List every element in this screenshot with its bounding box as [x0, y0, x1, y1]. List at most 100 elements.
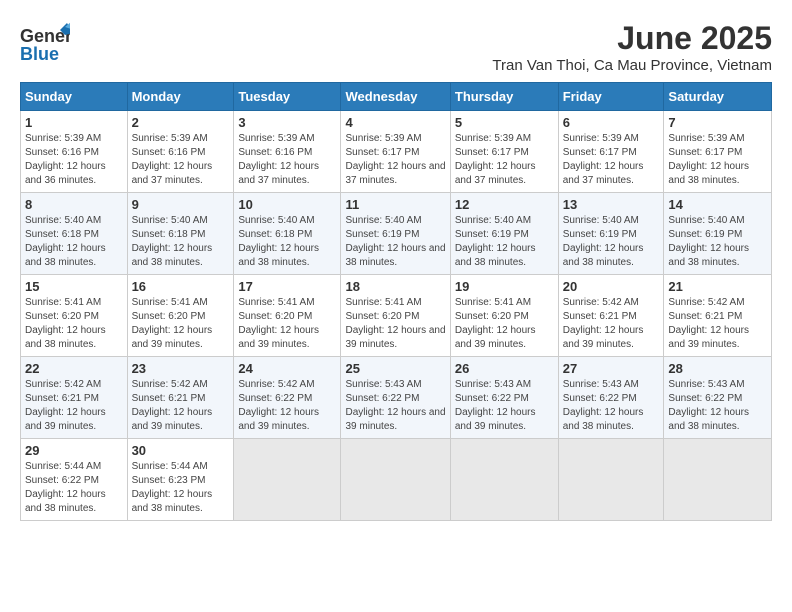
- cell-day-number: 26: [455, 361, 554, 376]
- col-thursday: Thursday: [450, 83, 558, 111]
- cell-day-number: 17: [238, 279, 336, 294]
- table-row: 22 Sunrise: 5:42 AMSunset: 6:21 PMDayligh…: [21, 357, 128, 439]
- cell-info: Sunrise: 5:42 AMSunset: 6:21 PMDaylight:…: [563, 296, 660, 352]
- cell-day-number: 30: [132, 443, 230, 458]
- cell-info: Sunrise: 5:42 AMSunset: 6:21 PMDaylight:…: [132, 378, 230, 434]
- cell-info: Sunrise: 5:42 AMSunset: 6:21 PMDaylight:…: [25, 378, 123, 434]
- cell-info: Sunrise: 5:43 AMSunset: 6:22 PMDaylight:…: [563, 378, 660, 434]
- cell-info: Sunrise: 5:39 AMSunset: 6:17 PMDaylight:…: [455, 132, 554, 188]
- cell-day-number: 19: [455, 279, 554, 294]
- table-row: [664, 439, 772, 521]
- logo: General Blue: [20, 20, 70, 70]
- cell-day-number: 11: [345, 197, 445, 212]
- cell-day-number: 28: [668, 361, 767, 376]
- table-row: 5 Sunrise: 5:39 AMSunset: 6:17 PMDaylight…: [450, 111, 558, 193]
- col-sunday: Sunday: [21, 83, 128, 111]
- table-row: 21 Sunrise: 5:42 AMSunset: 6:21 PMDayligh…: [664, 275, 772, 357]
- page-header: General Blue June 2025 Tran Van Thoi, Ca…: [20, 20, 772, 74]
- cell-day-number: 24: [238, 361, 336, 376]
- cell-day-number: 4: [345, 115, 445, 130]
- table-row: [341, 439, 450, 521]
- cell-info: Sunrise: 5:41 AMSunset: 6:20 PMDaylight:…: [238, 296, 336, 352]
- cell-day-number: 16: [132, 279, 230, 294]
- cell-info: Sunrise: 5:44 AMSunset: 6:22 PMDaylight:…: [25, 460, 123, 516]
- cell-info: Sunrise: 5:39 AMSunset: 6:16 PMDaylight:…: [25, 132, 123, 188]
- table-row: 14Sunrise: 5:40 AMSunset: 6:19 PMDayligh…: [664, 193, 772, 275]
- table-row: 1 Sunrise: 5:39 AMSunset: 6:16 PMDaylight…: [21, 111, 128, 193]
- cell-info: Sunrise: 5:42 AMSunset: 6:21 PMDaylight:…: [668, 296, 767, 352]
- cell-info: Sunrise: 5:40 AMSunset: 6:18 PMDaylight:…: [238, 214, 336, 270]
- cell-day-number: 7: [668, 115, 767, 130]
- cell-info: Sunrise: 5:40 AMSunset: 6:18 PMDaylight:…: [132, 214, 230, 270]
- cell-day-number: 3: [238, 115, 336, 130]
- cell-info: Sunrise: 5:41 AMSunset: 6:20 PMDaylight:…: [345, 296, 445, 352]
- table-row: 20 Sunrise: 5:42 AMSunset: 6:21 PMDayligh…: [558, 275, 664, 357]
- table-row: 25Sunrise: 5:43 AMSunset: 6:22 PMDayligh…: [341, 357, 450, 439]
- cell-day-number: 1: [25, 115, 123, 130]
- cell-info: Sunrise: 5:40 AMSunset: 6:19 PMDaylight:…: [668, 214, 767, 270]
- cell-info: Sunrise: 5:41 AMSunset: 6:20 PMDaylight:…: [455, 296, 554, 352]
- page-subtitle: Tran Van Thoi, Ca Mau Province, Vietnam: [492, 57, 772, 74]
- table-row: 9 Sunrise: 5:40 AMSunset: 6:18 PMDaylight…: [127, 193, 234, 275]
- table-row: 3 Sunrise: 5:39 AMSunset: 6:16 PMDaylight…: [234, 111, 341, 193]
- calendar-table: Sunday Monday Tuesday Wednesday Thursday…: [20, 82, 772, 521]
- table-row: 11 Sunrise: 5:40 AMSunset: 6:19 PMDayligh…: [341, 193, 450, 275]
- cell-info: Sunrise: 5:43 AMSunset: 6:22 PMDaylight:…: [455, 378, 554, 434]
- page-title: June 2025: [492, 20, 772, 57]
- cell-info: Sunrise: 5:43 AMSunset: 6:22 PMDaylight:…: [668, 378, 767, 434]
- cell-info: Sunrise: 5:39 AMSunset: 6:16 PMDaylight:…: [132, 132, 230, 188]
- cell-day-number: 27: [563, 361, 660, 376]
- cell-day-number: 5: [455, 115, 554, 130]
- col-tuesday: Tuesday: [234, 83, 341, 111]
- cell-day-number: 6: [563, 115, 660, 130]
- cell-day-number: 18: [345, 279, 445, 294]
- calendar-header-row: Sunday Monday Tuesday Wednesday Thursday…: [21, 83, 772, 111]
- cell-info: Sunrise: 5:39 AMSunset: 6:17 PMDaylight:…: [668, 132, 767, 188]
- table-row: 18 Sunrise: 5:41 AMSunset: 6:20 PMDayligh…: [341, 275, 450, 357]
- logo-icon: General Blue: [20, 20, 70, 70]
- cell-info: Sunrise: 5:39 AMSunset: 6:16 PMDaylight:…: [238, 132, 336, 188]
- cell-day-number: 10: [238, 197, 336, 212]
- cell-info: Sunrise: 5:39 AMSunset: 6:17 PMDaylight:…: [345, 132, 445, 188]
- table-row: 6Sunrise: 5:39 AMSunset: 6:17 PMDaylight…: [558, 111, 664, 193]
- cell-day-number: 22: [25, 361, 123, 376]
- calendar-week-row: 1 Sunrise: 5:39 AMSunset: 6:16 PMDaylight…: [21, 111, 772, 193]
- cell-info: Sunrise: 5:40 AMSunset: 6:19 PMDaylight:…: [345, 214, 445, 270]
- cell-info: Sunrise: 5:42 AMSunset: 6:22 PMDaylight:…: [238, 378, 336, 434]
- table-row: 29 Sunrise: 5:44 AMSunset: 6:22 PMDayligh…: [21, 439, 128, 521]
- table-row: [558, 439, 664, 521]
- svg-text:Blue: Blue: [20, 44, 59, 64]
- cell-day-number: 13: [563, 197, 660, 212]
- table-row: 19 Sunrise: 5:41 AMSunset: 6:20 PMDayligh…: [450, 275, 558, 357]
- table-row: 16 Sunrise: 5:41 AMSunset: 6:20 PMDayligh…: [127, 275, 234, 357]
- table-row: 15Sunrise: 5:41 AMSunset: 6:20 PMDayligh…: [21, 275, 128, 357]
- title-block: June 2025 Tran Van Thoi, Ca Mau Province…: [492, 20, 772, 74]
- table-row: 7 Sunrise: 5:39 AMSunset: 6:17 PMDaylight…: [664, 111, 772, 193]
- cell-info: Sunrise: 5:44 AMSunset: 6:23 PMDaylight:…: [132, 460, 230, 516]
- cell-info: Sunrise: 5:40 AMSunset: 6:18 PMDaylight:…: [25, 214, 123, 270]
- table-row: 2Sunrise: 5:39 AMSunset: 6:16 PMDaylight…: [127, 111, 234, 193]
- table-row: [234, 439, 341, 521]
- cell-day-number: 9: [132, 197, 230, 212]
- cell-day-number: 20: [563, 279, 660, 294]
- col-monday: Monday: [127, 83, 234, 111]
- cell-day-number: 23: [132, 361, 230, 376]
- cell-day-number: 21: [668, 279, 767, 294]
- calendar-week-row: 15Sunrise: 5:41 AMSunset: 6:20 PMDayligh…: [21, 275, 772, 357]
- cell-day-number: 29: [25, 443, 123, 458]
- cell-info: Sunrise: 5:41 AMSunset: 6:20 PMDaylight:…: [25, 296, 123, 352]
- table-row: 4 Sunrise: 5:39 AMSunset: 6:17 PMDaylight…: [341, 111, 450, 193]
- table-row: 12Sunrise: 5:40 AMSunset: 6:19 PMDayligh…: [450, 193, 558, 275]
- cell-info: Sunrise: 5:41 AMSunset: 6:20 PMDaylight:…: [132, 296, 230, 352]
- table-row: 30 Sunrise: 5:44 AMSunset: 6:23 PMDayligh…: [127, 439, 234, 521]
- cell-info: Sunrise: 5:40 AMSunset: 6:19 PMDaylight:…: [455, 214, 554, 270]
- cell-day-number: 8: [25, 197, 123, 212]
- col-friday: Friday: [558, 83, 664, 111]
- calendar-week-row: 8 Sunrise: 5:40 AMSunset: 6:18 PMDaylight…: [21, 193, 772, 275]
- table-row: 13 Sunrise: 5:40 AMSunset: 6:19 PMDayligh…: [558, 193, 664, 275]
- cell-info: Sunrise: 5:40 AMSunset: 6:19 PMDaylight:…: [563, 214, 660, 270]
- calendar-week-row: 29 Sunrise: 5:44 AMSunset: 6:22 PMDayligh…: [21, 439, 772, 521]
- table-row: 17 Sunrise: 5:41 AMSunset: 6:20 PMDayligh…: [234, 275, 341, 357]
- table-row: 26 Sunrise: 5:43 AMSunset: 6:22 PMDayligh…: [450, 357, 558, 439]
- table-row: 24 Sunrise: 5:42 AMSunset: 6:22 PMDayligh…: [234, 357, 341, 439]
